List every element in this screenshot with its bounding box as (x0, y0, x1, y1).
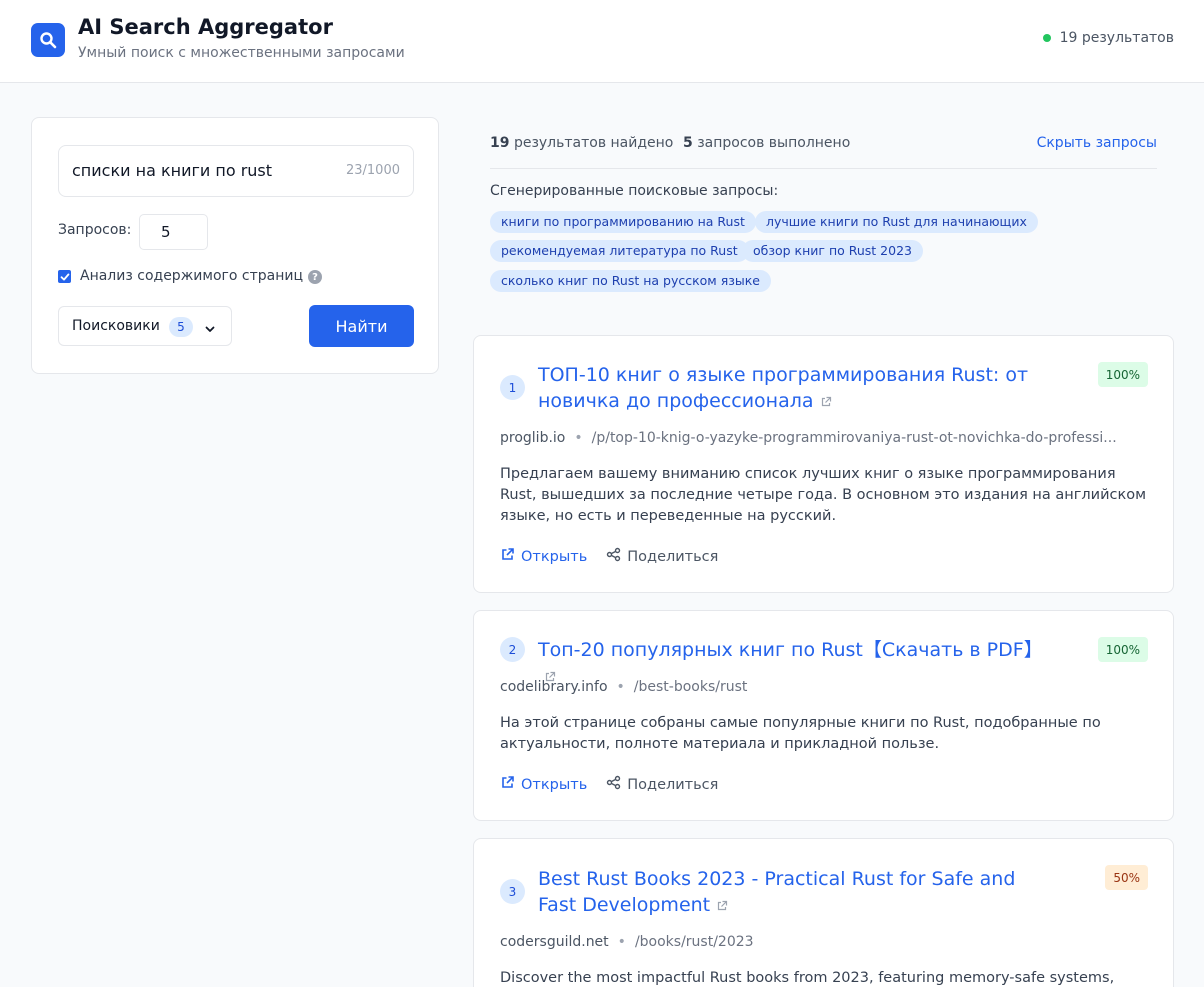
results-found-label: результатов найдено (513, 135, 674, 151)
result-domain: codelibrary.info (500, 679, 608, 695)
results-summary: 19 результатов найдено 5 запросов выполн… (490, 135, 1157, 169)
external-link-icon (500, 775, 521, 794)
share-button[interactable]: Поделиться (606, 547, 718, 566)
search-panel: списки на книги по rust 23/1000 Запросов… (31, 117, 439, 374)
external-link-icon (716, 893, 728, 919)
search-logo-icon (31, 23, 65, 57)
queries-count-label: Запросов: (58, 222, 132, 238)
result-rank: 1 (500, 375, 525, 400)
share-label: Поделиться (627, 548, 719, 565)
results-found: 19 результатов найдено (490, 135, 673, 151)
result-title-text: Топ-20 популярных книг по Rust【Скачать в… (538, 639, 1043, 661)
app-header: AI Search Aggregator Умный поиск с множе… (0, 0, 1204, 83)
share-label: Поделиться (627, 776, 719, 793)
result-domain: codersguild.net (500, 934, 609, 950)
result-title-text: Best Rust Books 2023 - Practical Rust fo… (538, 868, 1016, 916)
analyze-content-label: Анализ содержимого страниц (80, 268, 304, 284)
search-engines-count-badge: 5 (169, 317, 193, 337)
query-chip[interactable]: лучшие книги по Rust для начинающих (755, 211, 1038, 233)
result-actions: Открыть Поделиться (500, 775, 718, 794)
help-icon[interactable]: ? (308, 270, 322, 284)
search-engines-dropdown[interactable]: Поисковики 5 (58, 306, 232, 346)
external-link-icon (820, 389, 832, 415)
queries-executed: 5 запросов выполнено (683, 135, 850, 151)
query-chip[interactable]: книги по программированию на Rust (490, 211, 756, 233)
open-link-label: Открыть (521, 776, 588, 793)
result-card: 1 ТОП-10 книг о языке программирования R… (473, 335, 1174, 593)
result-path: /p/top-10-knig-o-yazyke-programmirovaniy… (591, 430, 1117, 446)
open-link-label: Открыть (521, 548, 588, 565)
analyze-content-checkbox[interactable] (58, 270, 71, 283)
search-engines-label: Поисковики (72, 318, 160, 334)
hide-queries-link[interactable]: Скрыть запросы (1037, 135, 1157, 151)
result-url: codelibrary.info • /best-books/rust (500, 679, 1140, 695)
result-title-link[interactable]: ТОП-10 книг о языке программирования Rus… (538, 362, 1058, 415)
url-separator: • (616, 679, 625, 695)
result-snippet: Предлагаем вашему вниманию список лучших… (500, 466, 1147, 524)
open-link-button[interactable]: Открыть (500, 547, 587, 566)
results-status: 19 результатов (1042, 30, 1174, 46)
result-domain: proglib.io (500, 430, 566, 446)
result-snippet: Discover the most impactful Rust books f… (500, 970, 1115, 986)
search-query-value: списки на книги по rust (72, 161, 273, 180)
query-chip[interactable]: рекомендуемая литература по Rust (490, 240, 749, 262)
search-button[interactable]: Найти (309, 305, 414, 347)
queries-executed-label: запросов выполнено (697, 135, 851, 151)
chevron-down-icon (204, 320, 216, 339)
result-path: /best-books/rust (633, 679, 748, 695)
relevance-score-badge: 50% (1105, 865, 1148, 890)
char-counter: 23/1000 (345, 163, 400, 178)
result-path: /books/rust/2023 (634, 934, 754, 950)
url-separator: • (574, 430, 583, 446)
share-icon (606, 775, 627, 794)
result-card: 3 Best Rust Books 2023 - Practical Rust … (473, 838, 1174, 987)
result-actions: Открыть Поделиться (500, 547, 718, 566)
result-card: 2 Топ-20 популярных книг по Rust【Скачать… (473, 610, 1174, 821)
relevance-score-badge: 100% (1097, 362, 1148, 387)
result-url: proglib.io • /p/top-10-knig-o-yazyke-progr… (500, 430, 1140, 446)
results-status-text: 19 результатов (1059, 30, 1174, 46)
open-link-button[interactable]: Открыть (500, 775, 587, 794)
result-url: codersguild.net • /books/rust/2023 (500, 934, 1140, 950)
queries-count-input[interactable]: 5 (139, 214, 208, 250)
result-rank: 3 (500, 879, 525, 904)
relevance-score-badge: 100% (1097, 637, 1148, 662)
generated-queries-title: Сгенерированные поисковые запросы: (490, 183, 779, 199)
app-title: AI Search Aggregator (78, 15, 333, 39)
url-separator: • (617, 934, 626, 950)
search-input[interactable]: списки на книги по rust 23/1000 (58, 145, 414, 197)
result-title-text: ТОП-10 книг о языке программирования Rus… (538, 364, 1029, 412)
result-snippet: На этой странице собраны самые популярны… (500, 715, 1101, 752)
share-button[interactable]: Поделиться (606, 775, 718, 794)
results-found-count: 19 (490, 135, 510, 151)
result-rank: 2 (500, 637, 525, 662)
query-chip[interactable]: обзор книг по Rust 2023 (742, 240, 923, 262)
query-chip[interactable]: сколько книг по Rust на русском языке (490, 270, 771, 292)
external-link-icon (500, 547, 521, 566)
status-dot-icon (1042, 34, 1051, 42)
share-icon (606, 547, 627, 566)
result-title-link[interactable]: Best Rust Books 2023 - Practical Rust fo… (538, 866, 1058, 919)
app-subtitle: Умный поиск с множественными запросами (78, 45, 405, 61)
queries-executed-count: 5 (683, 135, 693, 151)
